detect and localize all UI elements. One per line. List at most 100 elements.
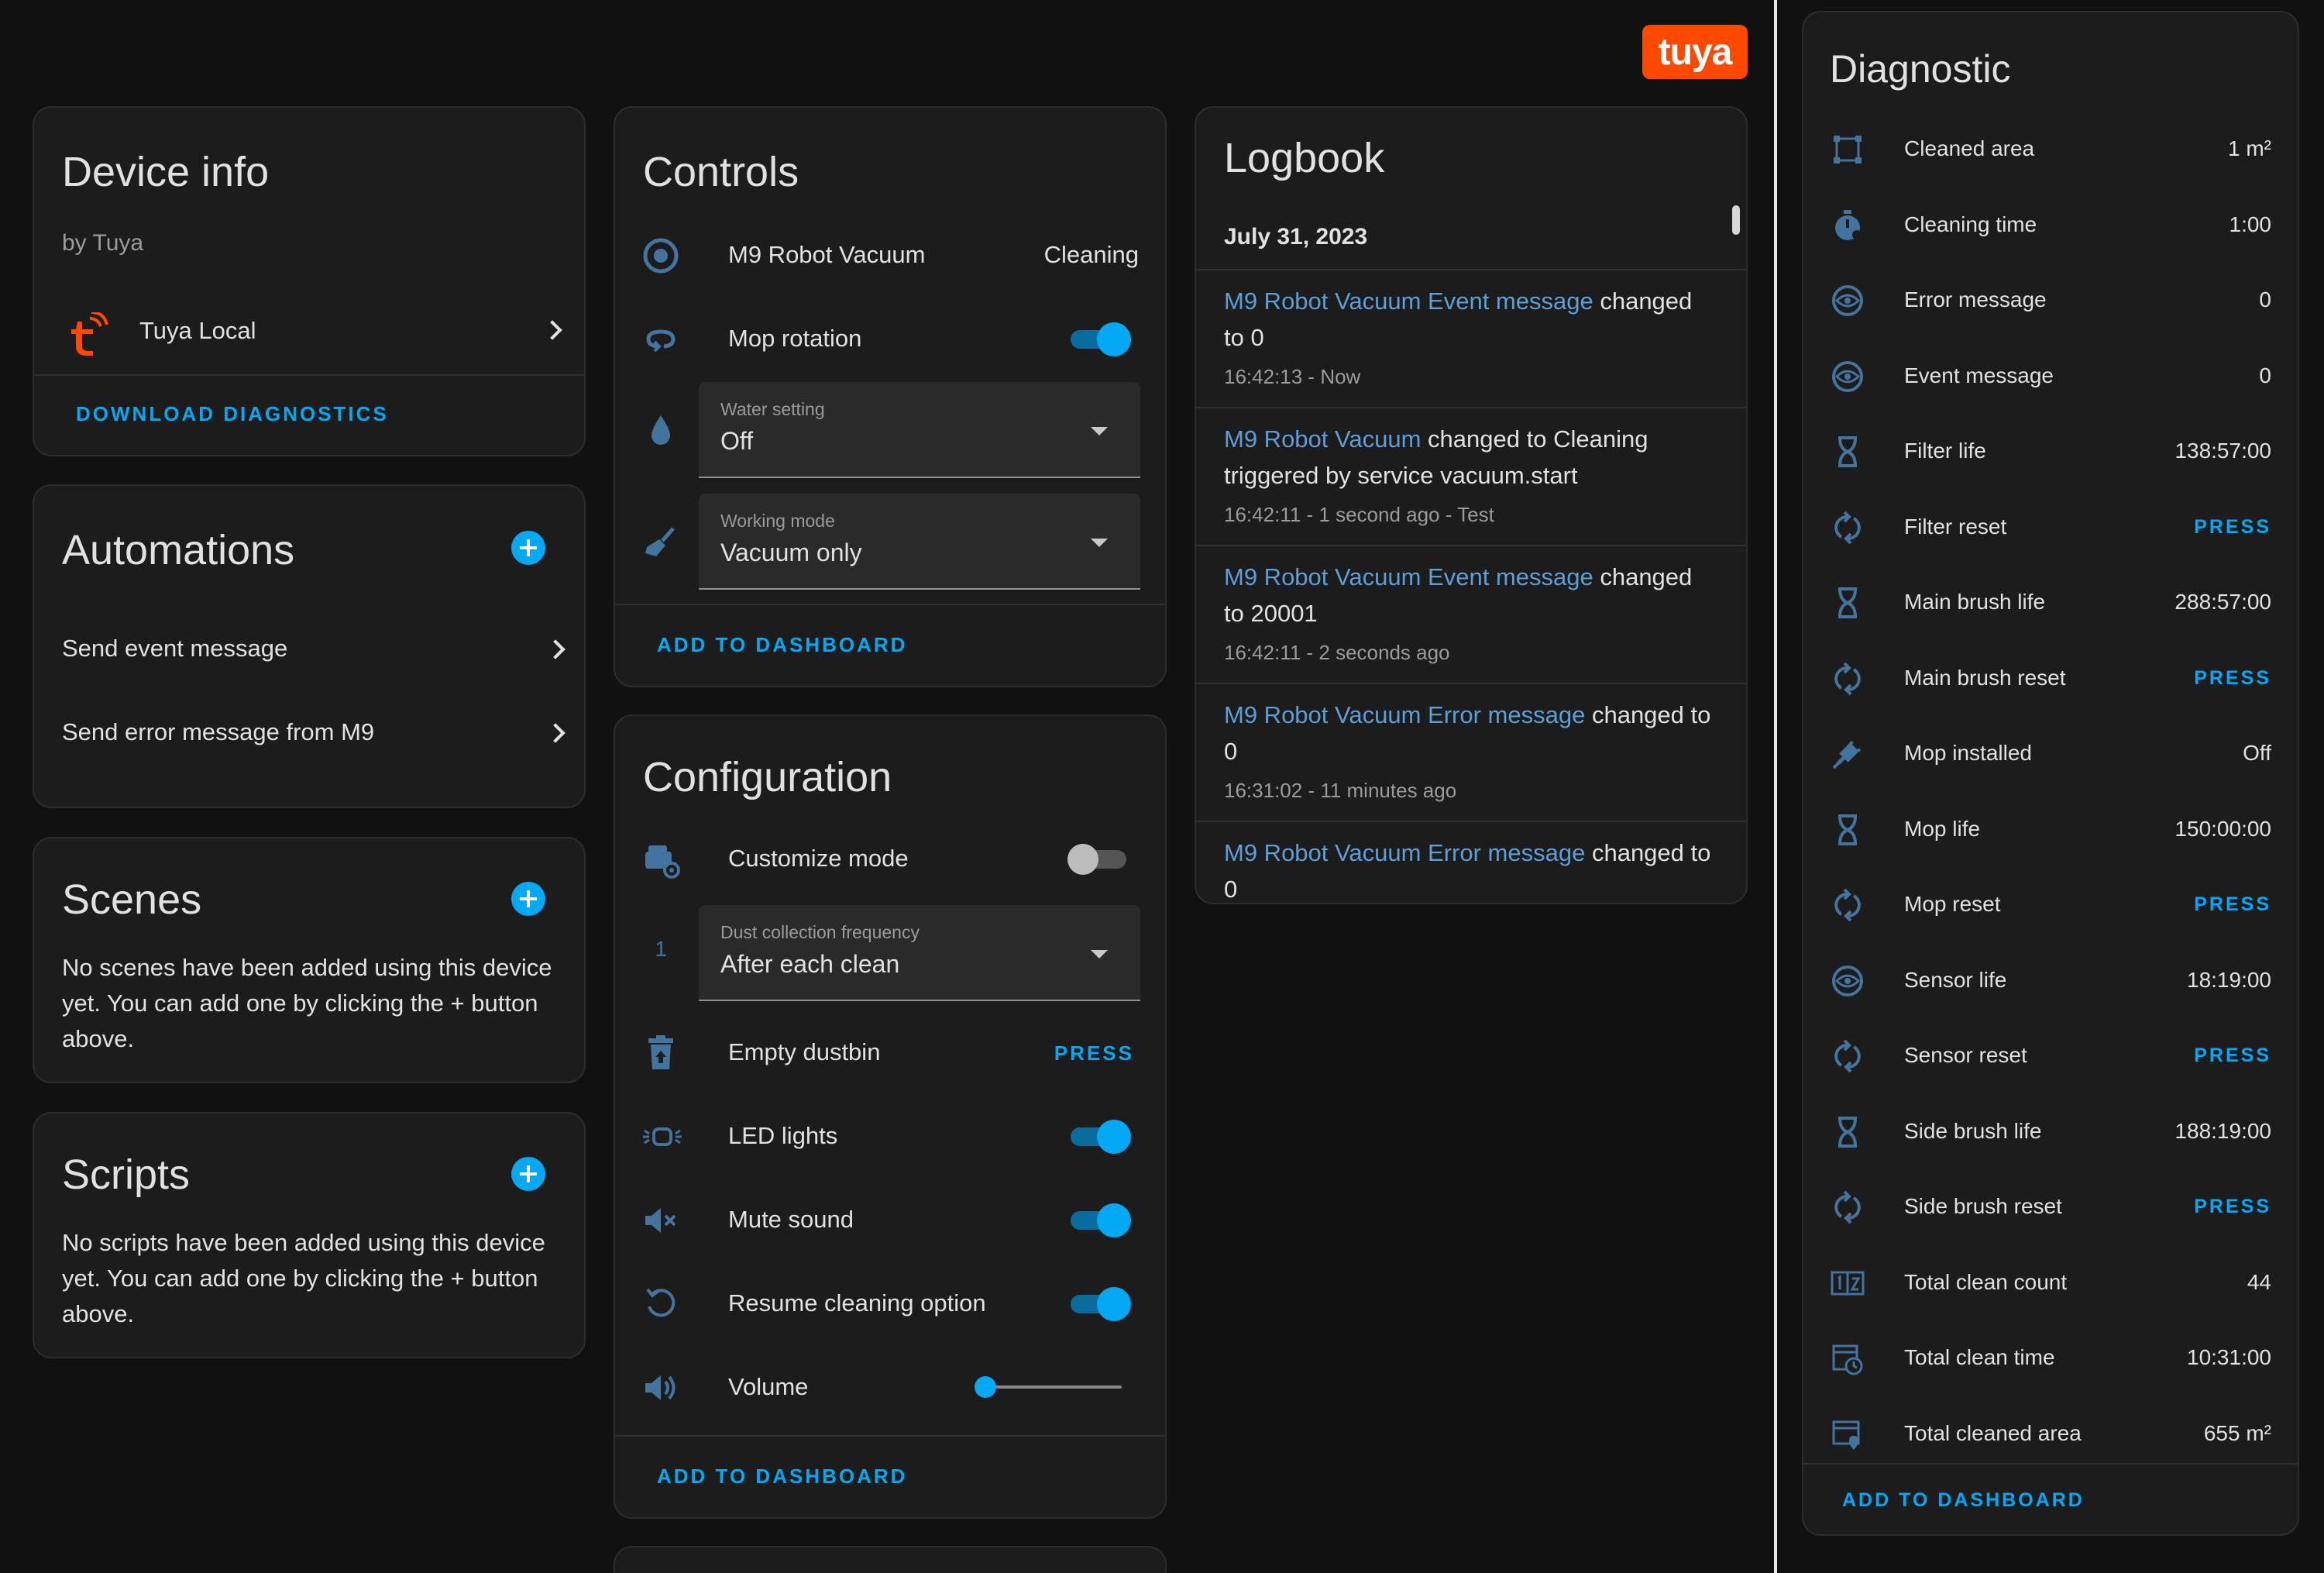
- log-entity-link[interactable]: M9 Robot Vacuum Event message: [1224, 563, 1593, 590]
- dust-frequency-value: After each clean: [720, 950, 900, 978]
- diagnostic-row[interactable]: Total clean time 10:31:00: [1803, 1320, 2298, 1396]
- diagnostic-row[interactable]: Main brush reset PRESS: [1803, 641, 2298, 716]
- configuration-card: Configuration Customize mode 1 Dust coll…: [614, 714, 1167, 1519]
- water-setting-select[interactable]: Water setting Off: [699, 382, 1140, 478]
- hourglass-icon: [1828, 811, 1867, 849]
- diagnostic-label: Total clean count: [1904, 1269, 2068, 1294]
- diagnostic-row[interactable]: Side brush reset PRESS: [1803, 1169, 2298, 1244]
- refresh-icon: [1828, 508, 1867, 547]
- diagnostic-label: Event message: [1904, 363, 2054, 387]
- volume-off-icon: [641, 1201, 680, 1240]
- led-lights-row: LED lights: [615, 1097, 1165, 1175]
- press-button[interactable]: PRESS: [2194, 893, 2271, 916]
- diagnostic-value: 138:57:00: [2174, 439, 2271, 463]
- led-lights-toggle[interactable]: [1067, 1117, 1131, 1156]
- diagnostic-row[interactable]: Filter life 138:57:00: [1803, 414, 2298, 489]
- diagnostic-row[interactable]: Mop reset PRESS: [1803, 867, 2298, 942]
- mute-sound-row: Mute sound: [615, 1181, 1165, 1258]
- diagnostic-label: Side brush reset: [1904, 1194, 2062, 1218]
- empty-dustbin-press-button[interactable]: PRESS: [1054, 1041, 1134, 1065]
- diagnostic-label: Cleaning time: [1904, 212, 2037, 236]
- add-automation-button[interactable]: [511, 531, 545, 565]
- empty-dustbin-row: Empty dustbin PRESS: [615, 1014, 1165, 1091]
- log-message: M9 Robot Vacuum Error message changed to…: [1224, 835, 1715, 903]
- customize-mode-toggle[interactable]: [1067, 840, 1129, 879]
- diagnostic-row[interactable]: Filter reset PRESS: [1803, 490, 2298, 565]
- log-meta: 16:42:11 - 1 second ago - Test: [1224, 503, 1494, 526]
- log-meta: 16:42:11 - 2 seconds ago: [1224, 641, 1450, 664]
- refresh-icon: [1828, 886, 1867, 924]
- log-entity-link[interactable]: M9 Robot Vacuum Error message: [1224, 701, 1585, 728]
- device-info-card: Device info by Tuya Tuya Local DOWNLOAD …: [33, 106, 586, 456]
- volume-slider[interactable]: [975, 1372, 1122, 1403]
- diagnostic-row[interactable]: Mop life 150:00:00: [1803, 792, 2298, 867]
- dust-collection-frequency-select[interactable]: Dust collection frequency After each cle…: [699, 905, 1140, 1001]
- diagnostic-row[interactable]: Sensor reset PRESS: [1803, 1018, 2298, 1093]
- diagnostic-value: 0: [2259, 287, 2271, 312]
- working-mode-select[interactable]: Working mode Vacuum only: [699, 494, 1140, 590]
- car-cog-icon: [641, 838, 683, 880]
- scripts-card: Scripts No scripts have been added using…: [33, 1112, 586, 1358]
- number-icon: 1: [641, 930, 680, 969]
- automation-item[interactable]: Send event message: [34, 610, 584, 687]
- scripts-empty-text: No scripts have been added using this de…: [62, 1229, 545, 1327]
- add-script-button[interactable]: [511, 1157, 545, 1191]
- diagnostic-row[interactable]: Total clean count 44: [1803, 1245, 2298, 1320]
- automation-item[interactable]: Send error message from M9: [34, 694, 584, 771]
- vacuum-row[interactable]: M9 Robot Vacuum Cleaning: [615, 216, 1165, 294]
- diagnostic-value: Off: [2243, 741, 2271, 765]
- log-entity-link[interactable]: M9 Robot Vacuum Event message: [1224, 287, 1593, 315]
- diagnostic-row[interactable]: Side brush life 188:19:00: [1803, 1094, 2298, 1169]
- log-message: M9 Robot Vacuum Event message changed to…: [1224, 283, 1715, 356]
- log-meta: 16:31:02 - 11 minutes ago: [1224, 779, 1457, 802]
- diagnostic-row[interactable]: Event message 0: [1803, 339, 2298, 414]
- automations-title: Automations: [62, 527, 295, 573]
- number-icon-text: 1: [655, 937, 667, 961]
- diagnostic-label: Cleaned area: [1904, 136, 2035, 160]
- diagnostic-label: Filter life: [1904, 439, 1986, 463]
- diagnostic-label: Filter reset: [1904, 514, 2007, 539]
- mop-rotation-toggle[interactable]: [1067, 320, 1131, 359]
- diagnostic-row[interactable]: Mop installed Off: [1803, 716, 2298, 791]
- refresh-icon: [1828, 659, 1867, 698]
- resume-cleaning-toggle[interactable]: [1067, 1285, 1131, 1323]
- customize-mode-label: Customize mode: [728, 845, 909, 872]
- log-entity-link[interactable]: M9 Robot Vacuum Error message: [1224, 839, 1585, 866]
- diagnostic-row[interactable]: Main brush life 288:57:00: [1803, 565, 2298, 640]
- broom-icon: [641, 523, 680, 562]
- volume-slider-knob[interactable]: [975, 1376, 996, 1398]
- log-message: M9 Robot Vacuum changed to Cleaning trig…: [1224, 421, 1715, 494]
- diagnostic-row[interactable]: Total cleaned area 655 m²: [1803, 1396, 2298, 1471]
- logbook-scrollbar[interactable]: [1732, 205, 1740, 235]
- log-entity-link[interactable]: M9 Robot Vacuum: [1224, 425, 1421, 453]
- mute-sound-toggle[interactable]: [1067, 1201, 1131, 1240]
- integration-row[interactable]: Tuya Local: [34, 294, 584, 368]
- empty-dustbin-label: Empty dustbin: [728, 1038, 881, 1065]
- logbook-date: July 31, 2023: [1224, 224, 1368, 250]
- download-diagnostics-button[interactable]: DOWNLOAD DIAGNOSTICS: [76, 402, 389, 426]
- diagnostic-value: 188:19:00: [2174, 1118, 2271, 1143]
- diagnostic-value: 0: [2259, 363, 2271, 387]
- volume-row: Volume: [615, 1348, 1165, 1426]
- press-button[interactable]: PRESS: [2194, 667, 2271, 690]
- controls-add-to-dashboard-button[interactable]: ADD TO DASHBOARD: [657, 633, 907, 657]
- diagnostic-row[interactable]: Sensor life 18:19:00: [1803, 943, 2298, 1018]
- diagnostic-row[interactable]: Error message 0: [1803, 263, 2298, 338]
- diagnostic-row[interactable]: Cleaning time 1:00: [1803, 188, 2298, 263]
- configuration-add-to-dashboard-button[interactable]: ADD TO DASHBOARD: [657, 1465, 907, 1489]
- chevron-right-icon: [542, 320, 562, 340]
- eye-icon: [1828, 962, 1867, 1000]
- diagnostic-add-to-dashboard-button[interactable]: ADD TO DASHBOARD: [1842, 1489, 2085, 1512]
- diagnostic-row[interactable]: Cleaned area 1 m²: [1803, 112, 2298, 187]
- log-entry: M9 Robot Vacuum Event message changed to…: [1196, 545, 1746, 683]
- diagnostic-value: 44: [2247, 1269, 2271, 1294]
- press-button[interactable]: PRESS: [2194, 1045, 2271, 1067]
- add-scene-button[interactable]: [511, 882, 545, 916]
- log-meta: 16:42:13 - Now: [1224, 365, 1361, 388]
- press-button[interactable]: PRESS: [2194, 516, 2271, 539]
- controls-card: Controls M9 Robot Vacuum Cleaning Mop ro…: [614, 106, 1167, 687]
- vacuum-state: Cleaning: [1043, 241, 1139, 268]
- press-button[interactable]: PRESS: [2194, 1196, 2271, 1218]
- vacuum-name: M9 Robot Vacuum: [728, 241, 926, 268]
- volume-label: Volume: [728, 1373, 809, 1400]
